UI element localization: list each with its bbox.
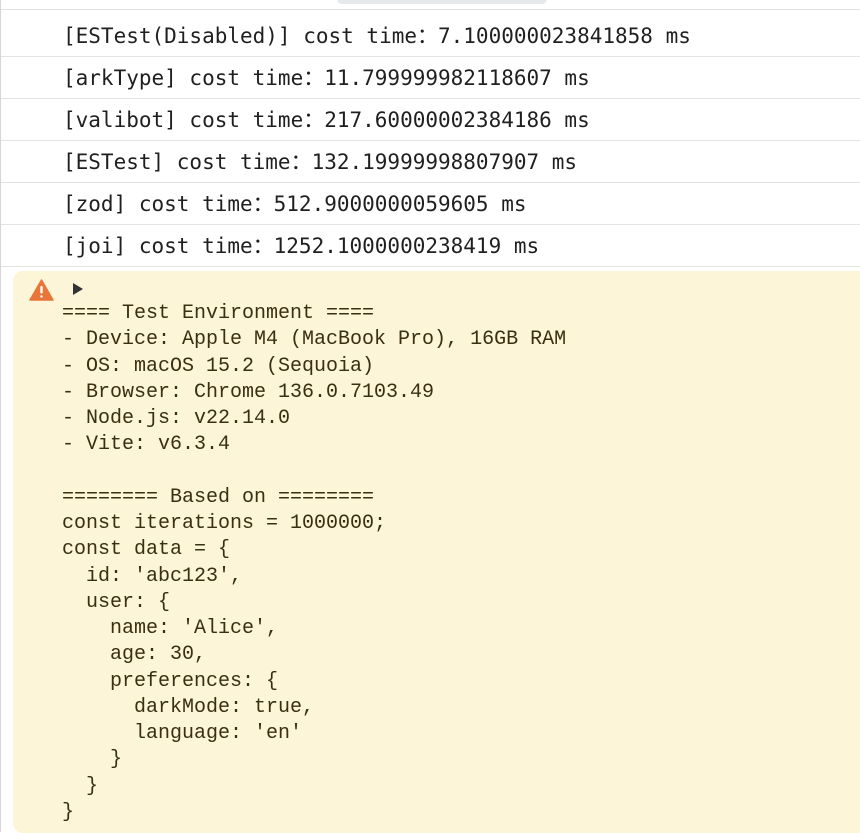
log-row[interactable]: [arkType] cost time：11.799999982118607 m…: [1, 57, 860, 99]
log-message: [arkType] cost time：11.799999982118607 m…: [63, 66, 590, 90]
log-row[interactable]: [valibot] cost time：217.60000002384186 m…: [1, 99, 860, 141]
expand-arrow-icon[interactable]: [71, 282, 85, 296]
log-message: [joi] cost time：1252.1000000238419 ms: [63, 234, 540, 258]
warning-line: name: 'Alice',: [62, 617, 279, 640]
console-log-list: [ESTest(Disabled)] cost time：7.100000023…: [1, 15, 860, 267]
warning-line: language: 'en': [62, 722, 303, 745]
log-row[interactable]: [ESTest] cost time：132.19999998807907 ms: [1, 141, 860, 183]
log-row[interactable]: [ESTest(Disabled)] cost time：7.100000023…: [1, 15, 860, 57]
warning-message[interactable]: ==== Test Environment ==== - Device: App…: [13, 271, 860, 833]
warning-line: - Browser: Chrome 136.0.7103.49: [62, 380, 435, 404]
log-row[interactable]: [joi] cost time：1252.1000000238419 ms: [1, 225, 860, 267]
log-message: [valibot] cost time：217.60000002384186 m…: [63, 108, 590, 132]
warning-line: user: {: [62, 590, 171, 614]
warning-line: }: [62, 800, 75, 824]
warning-line: age: 30,: [62, 643, 207, 667]
warning-text: ==== Test Environment ==== - Device: App…: [62, 301, 566, 826]
warning-line: - Node.js: v22.14.0: [62, 407, 291, 430]
warning-line: - Vite: v6.3.4: [62, 433, 231, 457]
log-row[interactable]: [zod] cost time：512.9000000059605 ms: [1, 183, 860, 225]
warning-line: const data = {: [62, 538, 231, 562]
console-top-edge: [1, 0, 860, 10]
warning-line: ==== Test Environment ====: [62, 302, 375, 325]
warning-line: preferences: {: [62, 669, 279, 693]
horizontal-scrollbar[interactable]: [337, 0, 547, 4]
warning-line: id: 'abc123',: [62, 564, 243, 588]
warning-line: - Device: Apple M4 (MacBook Pro), 16GB R…: [62, 328, 567, 352]
warning-icon: [29, 279, 54, 301]
log-message: [ESTest] cost time：132.19999998807907 ms: [63, 150, 578, 174]
log-message: [zod] cost time：512.9000000059605 ms: [63, 192, 527, 216]
warning-line: darkMode: true,: [62, 695, 315, 719]
log-message: [ESTest(Disabled)] cost time：7.100000023…: [63, 24, 691, 48]
warning-line: }: [62, 748, 123, 772]
warning-line: const iterations = 1000000;: [62, 512, 387, 535]
warning-line: - OS: macOS 15.2 (Sequoia): [62, 354, 375, 378]
warning-line: }: [62, 774, 99, 798]
console-panel: [ESTest(Disabled)] cost time：7.100000023…: [0, 0, 860, 833]
warning-line: ======== Based on ========: [62, 485, 375, 509]
